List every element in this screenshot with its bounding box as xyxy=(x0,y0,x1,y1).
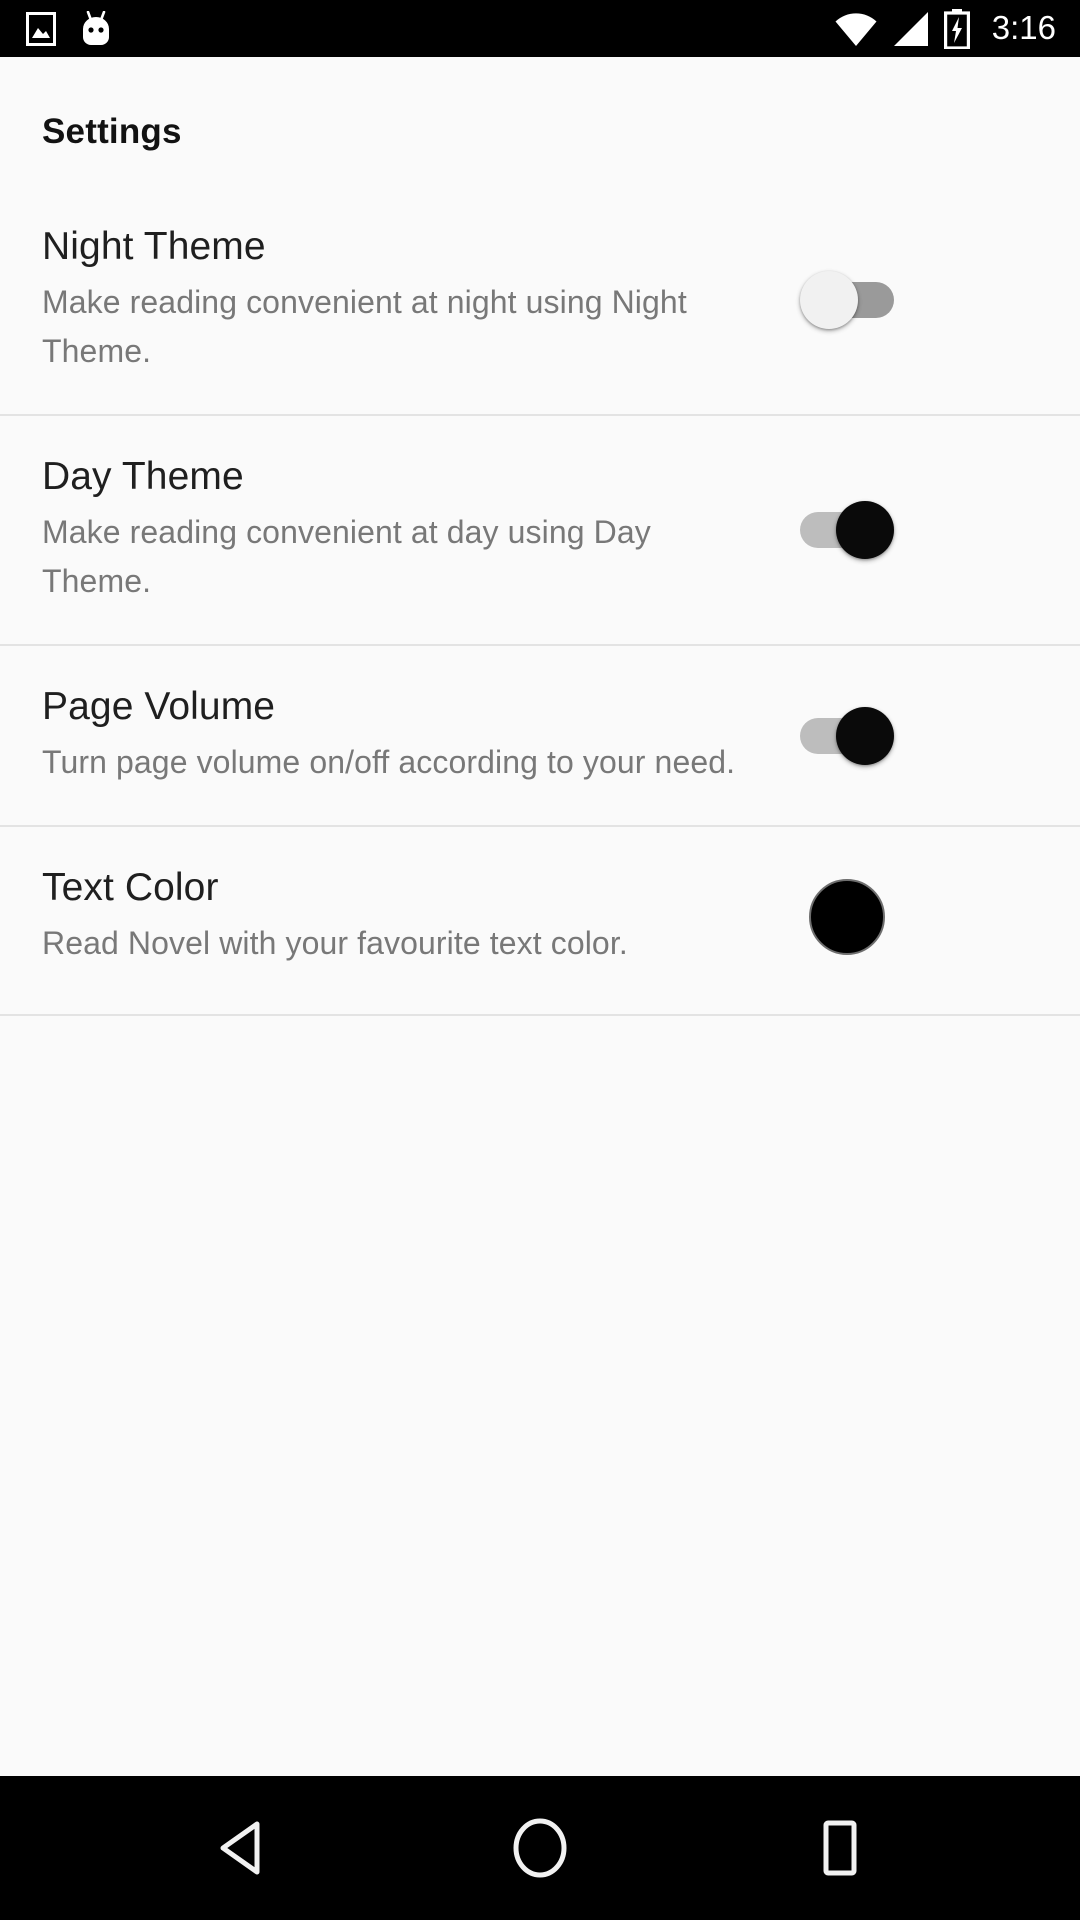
status-bar: 3:16 xyxy=(0,0,1080,57)
setting-text-night-theme: Night Theme Make reading convenient at n… xyxy=(42,224,772,376)
setting-title-night-theme: Night Theme xyxy=(42,225,266,268)
android-navigation-bar xyxy=(0,1776,1080,1920)
setting-control-text-color xyxy=(772,878,922,955)
setting-row-page-volume[interactable]: Page Volume Turn page volume on/off acco… xyxy=(0,646,1080,825)
setting-row-text-color[interactable]: Text Color Read Novel with your favourit… xyxy=(0,827,1080,1014)
toggle-switch-day-theme[interactable] xyxy=(800,501,894,559)
toggle-thumb xyxy=(836,501,894,559)
status-bar-clock: 3:16 xyxy=(991,9,1056,46)
setting-title-text-color: Text Color xyxy=(42,866,219,909)
setting-control-night-theme xyxy=(772,271,922,329)
setting-description-text-color: Read Novel with your favourite text colo… xyxy=(42,925,628,961)
setting-row-day-theme[interactable]: Day Theme Make reading convenient at day… xyxy=(0,416,1080,644)
settings-screen: Settings Night Theme Make reading conven… xyxy=(0,57,1080,1776)
toggle-switch-page-volume[interactable] xyxy=(800,706,894,765)
back-button[interactable] xyxy=(165,1776,315,1920)
toggle-thumb xyxy=(800,271,858,329)
setting-description-page-volume: Turn page volume on/off according to you… xyxy=(42,744,736,780)
recents-button[interactable] xyxy=(765,1776,915,1920)
circle-icon xyxy=(513,1818,567,1878)
list-divider xyxy=(0,1014,1080,1016)
setting-description-night-theme: Make reading convenient at night using N… xyxy=(42,284,687,369)
android-marshmallow-icon xyxy=(78,10,114,47)
status-bar-left-icons xyxy=(26,10,114,47)
setting-control-day-theme xyxy=(772,501,922,559)
setting-text-text-color: Text Color Read Novel with your favourit… xyxy=(42,865,772,968)
setting-row-night-theme[interactable]: Night Theme Make reading convenient at n… xyxy=(0,194,1080,414)
page-title: Settings xyxy=(42,112,182,151)
setting-text-day-theme: Day Theme Make reading convenient at day… xyxy=(42,454,772,606)
setting-title-day-theme: Day Theme xyxy=(42,455,244,498)
triangle-left-icon xyxy=(220,1821,260,1875)
settings-list: Night Theme Make reading convenient at n… xyxy=(0,194,1080,1016)
setting-description-day-theme: Make reading convenient at day using Day… xyxy=(42,514,651,599)
home-button[interactable] xyxy=(465,1776,615,1920)
phone-screen: 3:16 Settings Night Theme Make reading c… xyxy=(0,0,1080,1920)
setting-control-page-volume xyxy=(772,706,922,765)
setting-text-page-volume: Page Volume Turn page volume on/off acco… xyxy=(42,684,772,787)
screenshot-image-icon xyxy=(26,11,56,46)
status-bar-right-icons: 3:16 xyxy=(834,8,1056,49)
battery-charging-icon xyxy=(943,8,970,49)
wifi-icon xyxy=(834,11,878,47)
square-icon xyxy=(823,1820,857,1876)
toggle-switch-night-theme[interactable] xyxy=(800,271,894,329)
toggle-thumb xyxy=(836,706,894,765)
setting-title-page-volume: Page Volume xyxy=(42,685,276,728)
text-color-swatch[interactable] xyxy=(809,878,885,955)
cellular-signal-icon xyxy=(892,11,930,47)
